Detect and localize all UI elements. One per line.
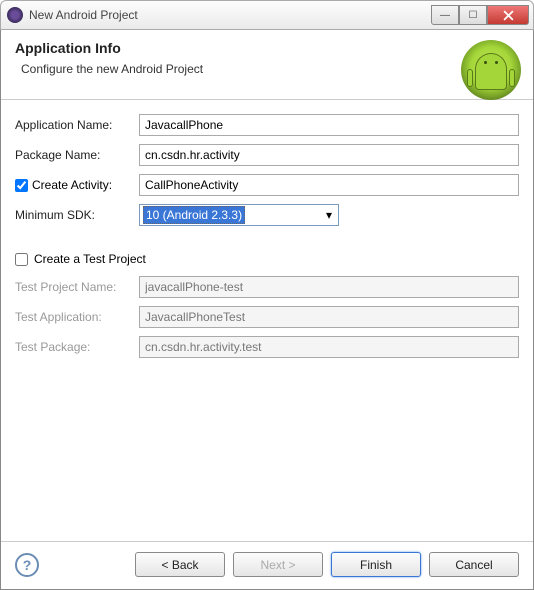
label-app-name: Application Name: bbox=[15, 118, 133, 132]
row-test-project-name: Test Project Name: bbox=[15, 276, 519, 298]
package-name-field[interactable] bbox=[139, 144, 519, 166]
close-icon bbox=[503, 10, 514, 21]
minimize-button[interactable]: — bbox=[431, 5, 459, 25]
minimum-sdk-combobox[interactable]: 10 (Android 2.3.3) ▾ bbox=[139, 204, 339, 226]
test-package-field bbox=[139, 336, 519, 358]
row-package-name: Package Name: bbox=[15, 144, 519, 166]
cancel-button[interactable]: Cancel bbox=[429, 552, 519, 577]
row-min-sdk: Minimum SDK: 10 (Android 2.3.3) ▾ bbox=[15, 204, 519, 226]
header-banner: Application Info Configure the new Andro… bbox=[1, 30, 533, 100]
footer-buttons: < Back Next > Finish Cancel bbox=[135, 552, 519, 577]
activity-name-field[interactable] bbox=[139, 174, 519, 196]
maximize-button[interactable]: ☐ bbox=[459, 5, 487, 25]
row-create-activity: Create Activity: bbox=[15, 174, 519, 196]
test-project-name-field bbox=[139, 276, 519, 298]
minimum-sdk-selected: 10 (Android 2.3.3) bbox=[143, 206, 245, 224]
label-create-activity: Create Activity: bbox=[32, 178, 112, 192]
label-test-application: Test Application: bbox=[15, 310, 133, 324]
help-button[interactable]: ? bbox=[15, 553, 39, 577]
label-test-package: Test Package: bbox=[15, 340, 133, 354]
create-activity-checkbox[interactable] bbox=[15, 179, 28, 192]
chevron-down-icon: ▾ bbox=[322, 208, 336, 222]
finish-button[interactable]: Finish bbox=[331, 552, 421, 577]
row-test-package: Test Package: bbox=[15, 336, 519, 358]
page-subtitle: Configure the new Android Project bbox=[15, 62, 519, 76]
eclipse-icon bbox=[7, 7, 23, 23]
titlebar[interactable]: New Android Project — ☐ bbox=[0, 0, 534, 30]
footer: ? < Back Next > Finish Cancel bbox=[1, 541, 533, 589]
label-test-project-name: Test Project Name: bbox=[15, 280, 133, 294]
create-test-project-checkbox[interactable] bbox=[15, 253, 28, 266]
row-create-test-project: Create a Test Project bbox=[15, 252, 519, 266]
window-controls: — ☐ bbox=[431, 5, 529, 25]
android-logo-icon bbox=[461, 40, 521, 100]
row-app-name: Application Name: bbox=[15, 114, 519, 136]
label-create-test-project: Create a Test Project bbox=[34, 252, 146, 266]
test-application-field bbox=[139, 306, 519, 328]
label-min-sdk: Minimum SDK: bbox=[15, 208, 133, 222]
page-title: Application Info bbox=[15, 40, 519, 56]
row-test-application: Test Application: bbox=[15, 306, 519, 328]
label-package-name: Package Name: bbox=[15, 148, 133, 162]
next-button: Next > bbox=[233, 552, 323, 577]
back-button[interactable]: < Back bbox=[135, 552, 225, 577]
close-button[interactable] bbox=[487, 5, 529, 25]
form-content: Application Name: Package Name: Create A… bbox=[1, 100, 533, 541]
application-name-field[interactable] bbox=[139, 114, 519, 136]
window-body: Application Info Configure the new Andro… bbox=[0, 30, 534, 590]
window-title: New Android Project bbox=[29, 8, 431, 22]
